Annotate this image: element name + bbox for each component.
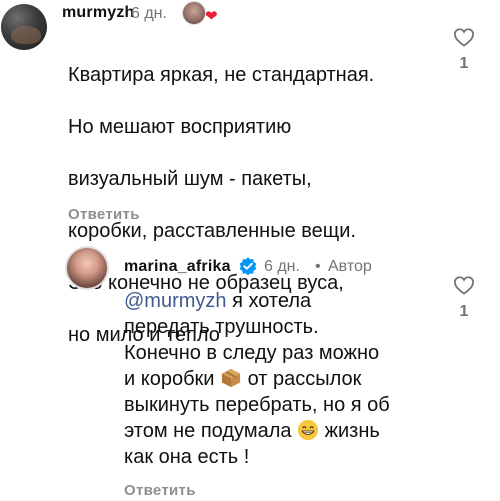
mention-link[interactable]: @murmyzh: [124, 290, 227, 312]
reply-line-4: и коробки от рассылок: [124, 366, 361, 392]
reply-line-7: как она есть !: [124, 446, 250, 468]
reply-line-3: Конечно в следу раз можно: [124, 342, 380, 364]
reply-line-5: выкинуть перебрать, но я об: [124, 394, 390, 416]
reply-text: этом не подумала: [124, 420, 298, 442]
heart-icon[interactable]: [453, 275, 475, 295]
reply-line-6: этом не подумала жизнь: [124, 418, 380, 444]
reply-button[interactable]: Ответить: [124, 482, 196, 499]
grinning-emoji-icon: [297, 419, 319, 441]
package-emoji-icon: [221, 368, 241, 388]
heart-icon[interactable]: [453, 27, 475, 47]
like-count: 1: [459, 55, 469, 72]
reply-line-2: передать трушность.: [124, 316, 319, 338]
reply-body: @murmyzh я хотела передать трушность. Ко…: [124, 0, 454, 501]
avatar-marina-afrika[interactable]: [65, 246, 109, 290]
reply-line-1: @murmyzh я хотела: [124, 288, 311, 314]
reply-text: от рассылок: [242, 368, 362, 390]
reply-text: жизнь: [319, 420, 380, 442]
like-count: 1: [459, 303, 469, 320]
avatar-murmyzh[interactable]: [1, 4, 47, 50]
reply-text: и коробки: [124, 368, 221, 390]
reply-text: я хотела: [226, 290, 312, 312]
